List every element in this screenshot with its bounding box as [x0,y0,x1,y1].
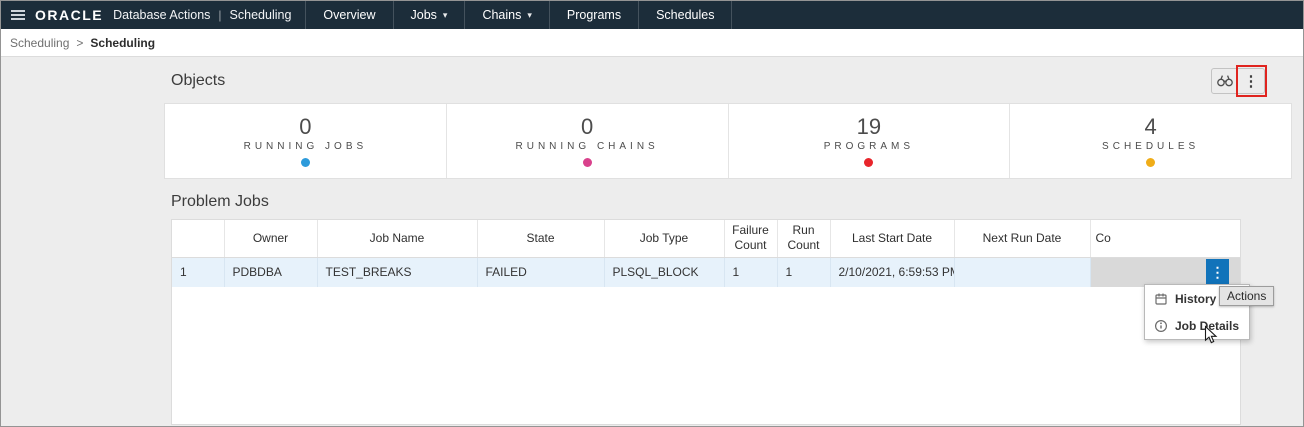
objects-title: Objects [171,72,226,89]
nav-item-programs[interactable]: Programs [548,1,638,29]
problem-jobs-title: Problem Jobs [171,193,269,210]
row-actions-kebab-button[interactable]: ⋮ [1206,259,1229,286]
info-icon [1154,319,1168,333]
actions-tooltip: Actions [1219,286,1275,306]
app-title: Database Actions [113,8,211,22]
objects-stats-card: 0 RUNNING JOBS 0 RUNNING CHAINS 19 PROGR… [164,103,1292,179]
cell-state: FAILED [477,257,605,287]
col-header-next-run-date[interactable]: Next Run Date [954,220,1091,258]
status-dot [1146,157,1156,167]
nav-item-overview[interactable]: Overview [305,1,392,29]
stat-label: PROGRAMS [823,140,915,152]
top-nav-menu: Overview Jobs ▾ Chains ▾ Programs Schedu… [305,1,733,29]
stat-running-chains: 0 RUNNING CHAINS [447,104,729,178]
menu-item-label: Job Details [1175,318,1240,333]
status-dot [300,157,310,167]
content-container: Objects ⋮ 0 RUNNING JOBS 0 RUNNING CHAIN… [164,57,1292,425]
binoculars-icon [1216,73,1234,90]
chevron-down-icon: ▾ [527,9,532,20]
app-window: ORACLE Database Actions | Scheduling Ove… [0,0,1304,427]
cell-index: 1 [172,257,225,287]
stat-value: 4 [1144,114,1157,140]
stat-label: RUNNING CHAINS [515,140,659,152]
nav-item-schedules[interactable]: Schedules [638,1,733,29]
actions-kebab-wrap: ⋮ [1236,65,1267,97]
cell-next-run-date [954,257,1091,287]
chevron-down-icon: ▾ [442,9,448,20]
objects-toolbar: ⋮ [1211,65,1267,97]
cell-actions: ⋮ [1090,257,1240,287]
breadcrumb-item-scheduling[interactable]: Scheduling [10,36,69,50]
stat-value: 0 [299,114,312,140]
app-section-label: Scheduling [229,8,292,22]
breadcrumb-item-current: Scheduling [90,35,156,50]
kebab-icon: ⋮ [1210,264,1225,281]
stat-programs: 19 PROGRAMS [729,104,1011,178]
cell-owner: PDBDBA [224,257,318,287]
menu-item-job-details[interactable]: Job Details [1145,312,1249,339]
oracle-logo[interactable]: ORACLE [35,7,103,23]
hamburger-menu-icon[interactable] [1,1,35,29]
stat-value: 0 [581,114,594,140]
status-dot [864,157,874,167]
menu-item-label: History [1175,291,1217,306]
col-header-state[interactable]: State [477,220,605,258]
col-header-owner[interactable]: Owner [224,220,318,258]
top-navbar: ORACLE Database Actions | Scheduling Ove… [1,1,1303,29]
hamburger-bars [11,8,25,22]
col-header-failure-count[interactable]: Failure Count [724,220,778,258]
breadcrumb: Scheduling > Scheduling [1,29,1303,57]
breadcrumb-separator: > [76,35,84,50]
nav-item-jobs[interactable]: Jobs ▾ [392,1,465,29]
main-area: Objects ⋮ 0 RUNNING JOBS 0 RUNNING CHAIN… [1,57,1303,426]
cell-run-count: 1 [777,257,831,287]
col-header-last-start-date[interactable]: Last Start Date [830,220,955,258]
col-header-index [172,220,225,258]
col-header-job-name[interactable]: Job Name [317,220,478,258]
stat-value: 19 [856,114,882,140]
actions-kebab-button[interactable]: ⋮ [1238,69,1264,93]
stat-label: RUNNING JOBS [243,140,368,152]
status-dot [582,157,592,167]
col-header-comments[interactable]: Co [1090,220,1240,258]
table-row[interactable]: 1 PDBDBA TEST_BREAKS FAILED PLSQL_BLOCK … [172,257,1240,287]
stat-schedules: 4 SCHEDULES [1010,104,1291,178]
col-header-job-type[interactable]: Job Type [604,220,725,258]
table-header-row: Owner Job Name State Job Type Failure Co… [172,220,1240,258]
stat-running-jobs: 0 RUNNING JOBS [165,104,447,178]
cell-job-name: TEST_BREAKS [317,257,478,287]
cell-failure-count: 1 [724,257,778,287]
nav-item-chains[interactable]: Chains ▾ [464,1,548,29]
find-button[interactable] [1212,69,1238,93]
stat-label: SCHEDULES [1102,140,1200,152]
history-icon [1154,292,1168,306]
objects-header: Objects ⋮ [164,65,1292,97]
title-divider: | [218,8,222,22]
kebab-icon: ⋮ [1243,72,1259,90]
cell-job-type: PLSQL_BLOCK [604,257,725,287]
cell-last-start-date: 2/10/2021, 6:59:53 PM [830,257,955,287]
col-header-run-count[interactable]: Run Count [777,220,831,258]
problem-jobs-table: Owner Job Name State Job Type Failure Co… [171,219,1241,425]
